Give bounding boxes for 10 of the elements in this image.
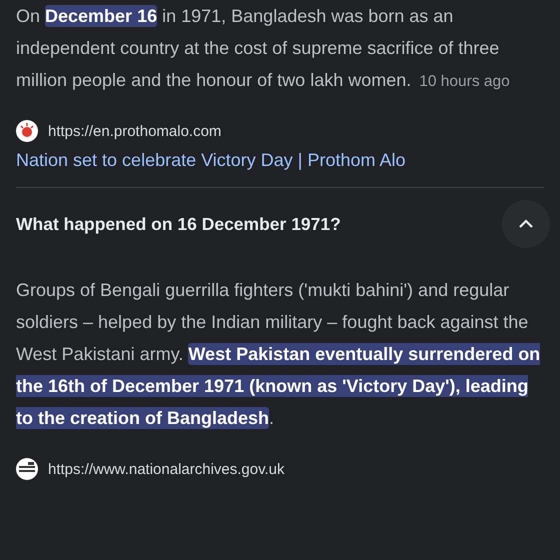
result-link[interactable]: Nation set to celebrate Victory Day | Prothom Alo xyxy=(16,150,544,171)
question-text: What happened on 16 December 1971? xyxy=(16,214,341,234)
timestamp: 10 hours ago xyxy=(419,73,510,90)
chevron-icon xyxy=(518,219,534,229)
source-url: https://www.nationalarchives.gov.uk xyxy=(48,460,285,478)
snippet-text: On December 16 in 1971, Bangladesh was born as an independent country at the cost of supreme sacrifice of three million people and the honour of two lakh women. 10 hours ago xyxy=(16,4,511,92)
sun-logo-icon xyxy=(16,120,38,142)
striped-circle-icon xyxy=(16,458,38,480)
source-url: https://en.prothomalo.com xyxy=(48,122,222,140)
collapse-button[interactable] xyxy=(502,200,550,248)
